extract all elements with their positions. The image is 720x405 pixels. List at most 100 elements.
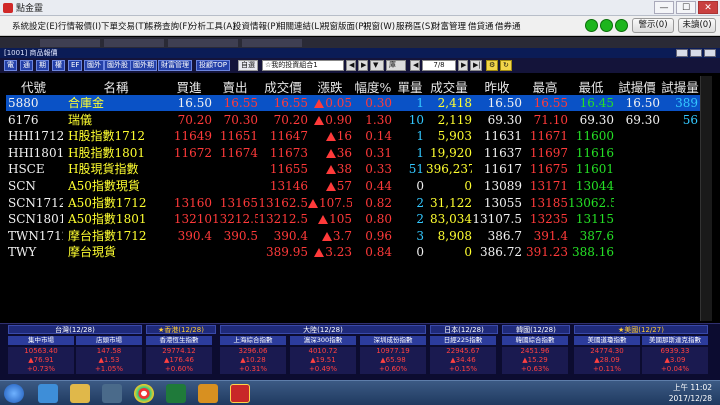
- menu-system-settings[interactable]: 系統設定(E): [12, 20, 58, 32]
- table-row[interactable]: TWY 摩台現貨 389.95 3.23 0.84 0 0 386.72 391.23 388.1…: [6, 244, 700, 260]
- table-scrollbar[interactable]: [700, 76, 712, 321]
- ticker-market[interactable]: 日經225指數22945.67▲34.46+0.15%+0.15%: [430, 336, 496, 374]
- folder-icon[interactable]: [70, 384, 90, 403]
- tab-otc[interactable]: 通: [20, 60, 33, 71]
- next-icon[interactable]: ▶: [458, 60, 468, 71]
- cell-prev: 13107.5: [472, 212, 522, 227]
- table-row[interactable]: 5880 合庫金 16.50 16.55 16.55 0.05 0.30 1 2,418 16.5…: [6, 95, 700, 111]
- menu-lending[interactable]: 借貸通: [468, 20, 494, 32]
- cell-low: 13044: [575, 179, 614, 193]
- alert-button[interactable]: 警示(0): [632, 18, 674, 33]
- tab-etf[interactable]: EF: [68, 60, 83, 71]
- menu-order[interactable]: 下單交易(T): [101, 20, 147, 32]
- menu-layout[interactable]: 視窗版面(P): [321, 20, 367, 32]
- table-row[interactable]: HHI1712 H股指數1712 11649 11651 11647 16 0.14 1 5,9…: [6, 128, 700, 144]
- menu-account[interactable]: 帳務查詢(F): [145, 20, 191, 32]
- settings-icon[interactable]: ⚙: [486, 60, 498, 71]
- tab-options[interactable]: 權: [52, 60, 65, 71]
- menu-service[interactable]: 服務區(S): [396, 20, 434, 32]
- header-change[interactable]: 漲跌: [308, 77, 352, 95]
- table-row[interactable]: SCN A50指數現貨 13146 57 0.44 0 0 13089 13171 13044: [6, 178, 700, 194]
- header-prev-close[interactable]: 昨收: [472, 77, 522, 95]
- menu-analysis[interactable]: 分析工具(A): [189, 20, 235, 32]
- header-total-vol[interactable]: 成交量: [426, 77, 472, 95]
- ticker-market[interactable]: 美國道瓊指數24774.30▲28.09+0.11%+0.11%: [574, 336, 640, 374]
- tab-wealth[interactable]: 財富管理: [158, 60, 192, 71]
- tab-futures[interactable]: 期: [36, 60, 49, 71]
- chrome-icon[interactable]: [134, 384, 154, 403]
- table-row[interactable]: SCN1712 A50指數1712 13160 13165 13162.5 107.5 0.…: [6, 195, 700, 211]
- cell-low: 11601: [575, 162, 614, 177]
- portfolio-select[interactable]: ☆我的投資組合1: [262, 60, 344, 71]
- ticker-change: ▲28.09: [574, 356, 640, 365]
- down-icon[interactable]: ▼: [370, 60, 384, 71]
- refresh-icon[interactable]: ↻: [500, 60, 512, 71]
- minimize-button[interactable]: —: [654, 1, 674, 14]
- header-last[interactable]: 成交價: [258, 77, 308, 95]
- menu-links[interactable]: 相關連結(L): [277, 20, 322, 32]
- tiger-app-icon[interactable]: [198, 384, 218, 403]
- cell-last: 16.55: [273, 96, 308, 110]
- table-row[interactable]: TWN1712 摩台指數1712 390.4 390.5 390.4 3.7 0.96 3 8,…: [6, 228, 700, 244]
- prev-page-icon[interactable]: ◀: [346, 60, 356, 71]
- header-name[interactable]: 名稱: [66, 77, 166, 95]
- header-trial-qty[interactable]: 試撮量: [660, 77, 700, 95]
- tab-foreign-stock[interactable]: 國外股: [104, 60, 131, 71]
- last-page-icon[interactable]: ▶|: [470, 60, 482, 71]
- panel-maximize-button[interactable]: [690, 49, 702, 57]
- header-unit-vol[interactable]: 單量: [394, 77, 426, 95]
- maximize-button[interactable]: ☐: [676, 1, 696, 14]
- unread-button[interactable]: 未讀(0): [678, 18, 716, 33]
- table-row[interactable]: HHI1801 H股指數1801 11672 11674 11673 36 0.31 1 19,…: [6, 145, 700, 161]
- header-low[interactable]: 最低: [568, 77, 614, 95]
- cell-high: 391.4: [533, 228, 568, 243]
- media-icon[interactable]: [102, 384, 122, 403]
- ticker-market[interactable]: 香港恆生指數29774.12▲176.46+0.60%+0.60%: [146, 336, 212, 374]
- ticker-value: 24774.30: [574, 347, 640, 356]
- tab-watchlist[interactable]: 自選: [238, 60, 258, 71]
- menu-investment-info[interactable]: 投資情報(P): [233, 20, 279, 32]
- ticker-market[interactable]: 滬深300指數4010.72▲19.51+0.49%+0.49%: [290, 336, 356, 374]
- panel-minimize-button[interactable]: [676, 49, 688, 57]
- inventory-button[interactable]: 庫: [386, 60, 406, 71]
- excel-icon[interactable]: [166, 384, 186, 403]
- prev-icon[interactable]: ◀: [410, 60, 420, 71]
- close-button[interactable]: ✕: [698, 1, 718, 14]
- tab-foreign-futures[interactable]: 國外期: [130, 60, 157, 71]
- ie-icon[interactable]: [38, 384, 58, 403]
- menu-window[interactable]: 視窗(W): [363, 20, 395, 32]
- system-clock[interactable]: 上午 11:02 2017/12/28: [669, 382, 712, 404]
- header-high[interactable]: 最高: [522, 77, 568, 95]
- table-row[interactable]: HSCE H股現貨指數 11655 38 0.33 51 396,237 11617 11675…: [6, 161, 700, 177]
- start-button-icon[interactable]: [4, 384, 24, 403]
- header-ask[interactable]: 賣出: [212, 77, 258, 95]
- header-bid[interactable]: 買進: [166, 77, 212, 95]
- ticker-name: 香港恆生指數: [146, 336, 212, 345]
- tab-advisor-top[interactable]: 投顧TOP: [196, 60, 231, 71]
- cell-high: 71.10: [533, 112, 568, 127]
- menu-securities-lending[interactable]: 借券通: [495, 20, 521, 32]
- cell-vol: 0: [416, 245, 424, 260]
- header-pct[interactable]: 幅度%: [352, 77, 394, 95]
- table-row[interactable]: 6176 瑞儀 70.20 70.30 70.20 0.90 1.30 10 2,119 69.3…: [6, 112, 700, 128]
- menu-quotes[interactable]: 行情報價(I): [58, 20, 101, 32]
- cell-code: TWY: [8, 245, 37, 260]
- ticker-pct: +0.63%: [502, 365, 568, 374]
- menu-wealth[interactable]: 財富管理: [432, 20, 466, 32]
- header-code[interactable]: 代號: [6, 77, 61, 95]
- trading-app-icon[interactable]: [230, 384, 250, 403]
- cell-tq: [660, 145, 698, 161]
- ticker-market[interactable]: 店頭市場147.58▲1.53+1.05%+1.05%: [76, 336, 142, 374]
- next-page-icon[interactable]: ▶: [358, 60, 368, 71]
- ticker-market[interactable]: 上海綜合指數3296.06▲10.28+0.31%+0.31%: [220, 336, 286, 374]
- tab-stock[interactable]: 電: [4, 60, 17, 71]
- ticker-market[interactable]: 美國那斯達克指數6939.33▲3.09+0.04%+0.04%: [642, 336, 708, 374]
- panel-close-button[interactable]: [704, 49, 716, 57]
- cell-pct: 0.44: [365, 179, 392, 193]
- ticker-market[interactable]: 集中市場10563.40▲76.91+0.73%+0.73%: [8, 336, 74, 374]
- table-row[interactable]: SCN1801 A50指數1801 13210 13212.5 13212.5 105 0.…: [6, 211, 700, 227]
- header-trial-price[interactable]: 試撮價: [614, 77, 660, 95]
- ticker-market[interactable]: 深圳成份指數10977.19▲65.98+0.60%+0.60%: [360, 336, 426, 374]
- tab-foreign[interactable]: 國外: [84, 60, 104, 71]
- ticker-market[interactable]: 韓國綜合指數2451.96▲15.29+0.63%+0.63%: [502, 336, 568, 374]
